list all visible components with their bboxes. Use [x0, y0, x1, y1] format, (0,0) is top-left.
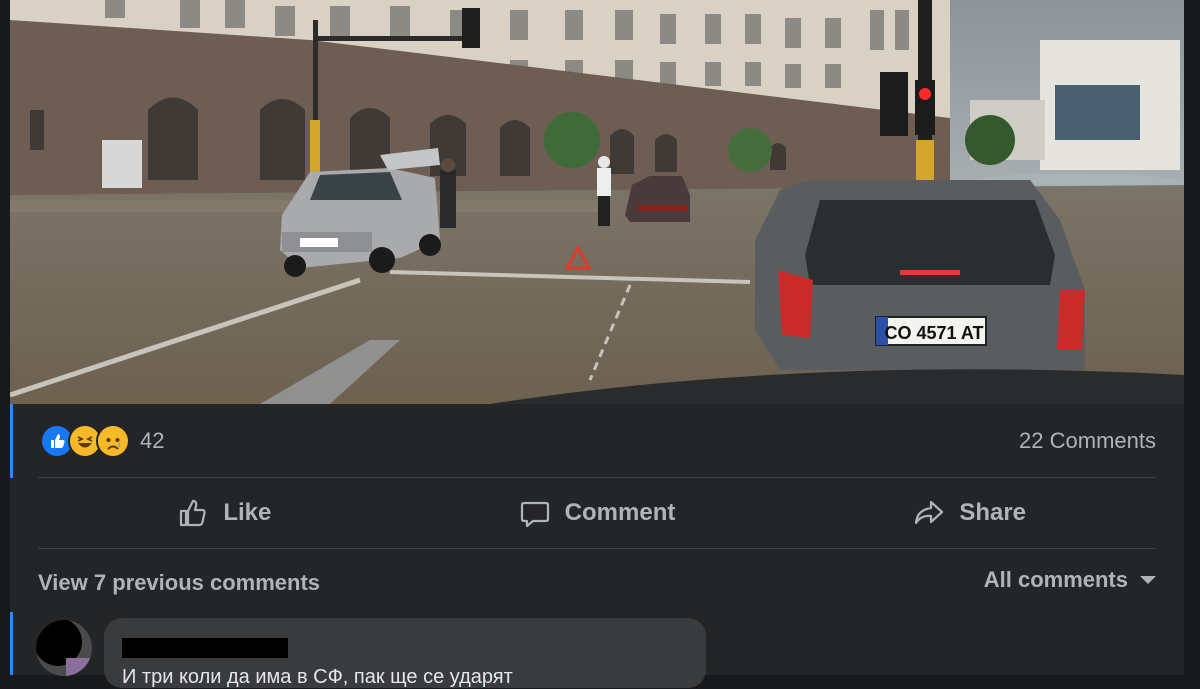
redacted-author-name	[122, 638, 288, 658]
like-button[interactable]: Like	[38, 478, 411, 548]
share-button[interactable]: Share	[783, 478, 1156, 548]
reactions-summary[interactable]: 42	[40, 424, 164, 458]
license-plate: CO 4571 AT	[884, 323, 983, 343]
like-label: Like	[223, 499, 272, 526]
view-previous-comments-link[interactable]: View 7 previous comments	[38, 570, 320, 596]
comment-bubble-icon	[520, 501, 549, 528]
post-actions: Like Comment Share	[38, 478, 1156, 548]
comment-sort-dropdown[interactable]: All comments	[984, 567, 1156, 593]
comment-button[interactable]: Comment	[411, 478, 784, 548]
post-photo[interactable]: CO 4571 AT	[10, 0, 1184, 404]
share-arrow-icon	[915, 500, 944, 525]
comment-sort-label: All comments	[983, 567, 1128, 592]
comments-count-link[interactable]: 22 Comments	[1019, 428, 1156, 454]
avatar[interactable]	[36, 620, 92, 676]
share-label: Share	[959, 499, 1027, 526]
comment-bubble: И три коли да има в СФ, пак ще се ударят	[104, 618, 706, 688]
chevron-down-icon	[1140, 576, 1156, 584]
post-stats: 42 22 Comments	[10, 404, 1184, 478]
comment-text: И три коли да има в СФ, пак ще се ударят	[122, 666, 513, 688]
reaction-count: 42	[140, 428, 165, 453]
comment-item: И три коли да има в СФ, пак ще се ударят	[10, 612, 1184, 688]
thumbs-up-icon	[180, 499, 206, 527]
sad-icon	[96, 424, 130, 458]
divider	[38, 548, 1156, 549]
comment-label: Comment	[564, 499, 676, 526]
